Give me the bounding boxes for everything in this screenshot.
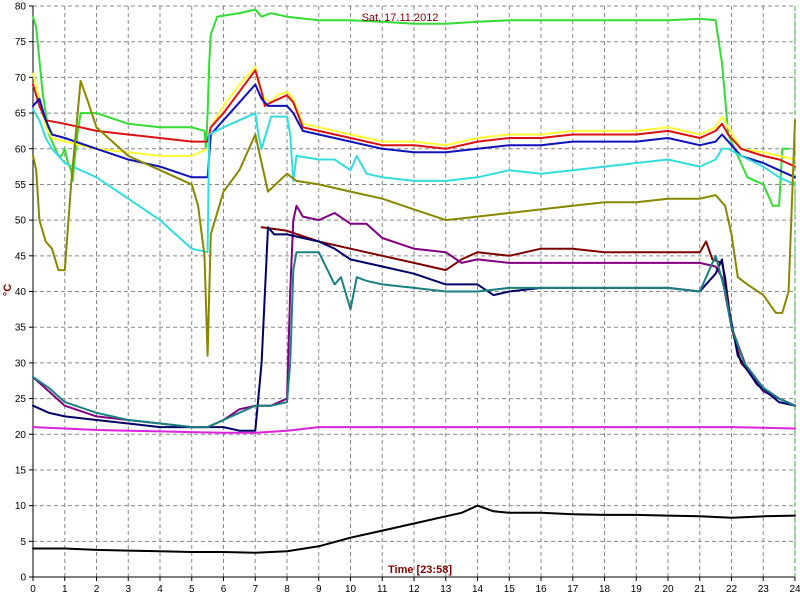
y-axis-label: °C [2,284,14,296]
y-tick-label-13: 65 [15,109,27,120]
y-tick-label-10: 50 [15,216,27,227]
x-tick-label-2: 2 [94,584,100,595]
x-tick-label-14: 14 [472,584,484,595]
y-tick-label-8: 40 [15,287,27,298]
x-tick-label-4: 4 [157,584,163,595]
y-tick-label-4: 20 [15,430,27,441]
x-tick-label-23: 23 [758,584,770,595]
y-tick-label-2: 10 [15,501,27,512]
x-tick-label-3: 3 [125,584,131,595]
x-tick-label-18: 18 [599,584,611,595]
y-tick-label-7: 35 [15,323,27,334]
x-tick-label-10: 10 [345,584,357,595]
x-tick-label-1: 1 [62,584,68,595]
x-tick-label-12: 12 [408,584,420,595]
x-tick-label-21: 21 [694,584,706,595]
y-tick-label-16: 80 [15,2,27,13]
y-tick-label-14: 70 [15,73,27,84]
y-tick-label-9: 45 [15,251,27,262]
x-tick-label-9: 9 [316,584,322,595]
x-tick-label-17: 17 [567,584,579,595]
x-tick-label-11: 11 [377,584,388,595]
y-tick-label-5: 25 [15,394,27,405]
y-tick-label-0: 0 [20,573,26,584]
y-tick-label-11: 55 [15,180,27,191]
x-axis-label: Time [23:58] [388,564,452,576]
x-tick-label-24: 24 [789,584,800,595]
y-tick-label-1: 5 [20,537,26,548]
x-tick-label-0: 0 [30,584,36,595]
x-tick-label-13: 13 [440,584,452,595]
x-tick-label-22: 22 [726,584,738,595]
chart: 0 1 2 3 4 5 6 7 8 9 10 11 12 13 14 15 16 17 18 19 20 21 22 23 24… [2,2,800,596]
x-tick-label-15: 15 [504,584,516,595]
x-tick-label-20: 20 [662,584,674,595]
x-tick-label-16: 16 [535,584,547,595]
chart-title: Sat, 17.11.2012 [362,12,439,24]
y-tick-label-15: 75 [15,37,27,48]
x-tick-label-6: 6 [221,584,227,595]
y-tick-label-3: 15 [15,465,27,476]
x-tick-label-19: 19 [631,584,643,595]
x-tick-label-5: 5 [189,584,195,595]
y-tick-label-6: 30 [15,358,27,369]
x-tick-label-7: 7 [252,584,258,595]
x-tick-label-8: 8 [284,584,290,595]
y-tick-label-12: 60 [15,144,27,155]
